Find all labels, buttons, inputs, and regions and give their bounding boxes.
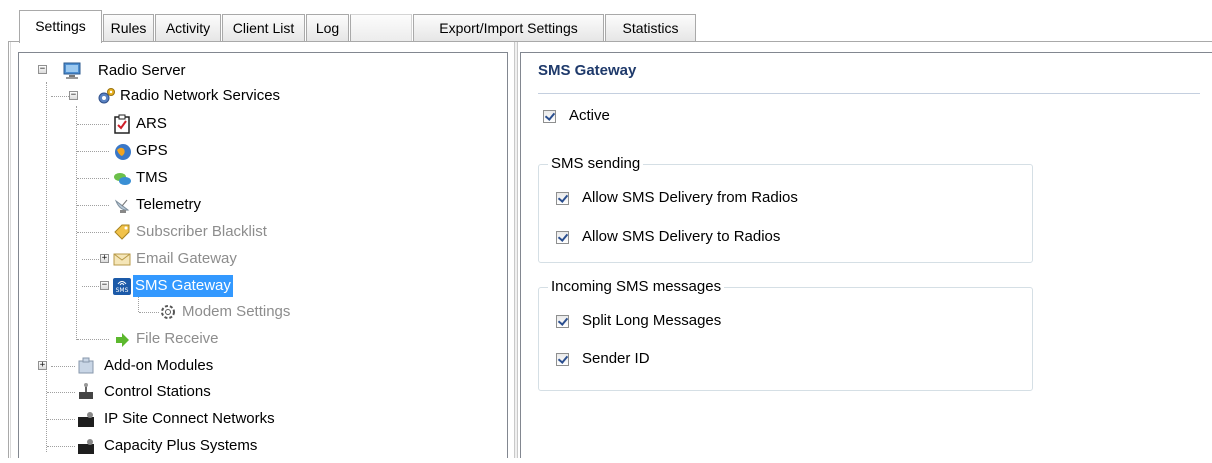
tree-line [139, 312, 159, 314]
frame-edge-inner [10, 42, 11, 458]
sms-sending-legend: SMS sending [548, 155, 644, 173]
split-long-messages-checkbox[interactable] [556, 315, 569, 328]
frame-edge [8, 42, 9, 458]
collapse-toggle-sms-gateway[interactable]: − [100, 281, 109, 290]
svg-text:SMS: SMS [116, 287, 129, 294]
allow-sms-to-radios-checkbox[interactable] [556, 231, 569, 244]
tree-line [77, 151, 109, 153]
panel-title: SMS Gateway [538, 62, 637, 79]
expand-toggle-email-gateway[interactable]: + [100, 254, 109, 263]
allow-sms-to-radios-label[interactable]: Allow SMS Delivery to Radios [582, 227, 780, 247]
tab-statistics[interactable]: Statistics [605, 14, 696, 41]
tree-line [47, 392, 75, 394]
tree-line [76, 106, 78, 340]
globe-icon [112, 141, 132, 161]
sms-sending-group [538, 164, 1033, 263]
split-long-messages-label[interactable]: Split Long Messages [582, 311, 721, 331]
incoming-sms-legend: Incoming SMS messages [548, 278, 725, 296]
allow-sms-from-radios-checkbox[interactable] [556, 192, 569, 205]
gears-network-icon [96, 86, 116, 106]
tag-icon [112, 222, 132, 242]
tab-bar-baseline [8, 41, 1212, 42]
title-divider [538, 93, 1200, 94]
active-label[interactable]: Active [569, 106, 610, 126]
tree-line [77, 205, 109, 207]
tree-line [46, 82, 48, 452]
clipboard-check-icon [112, 114, 132, 134]
allow-sms-from-radios-label[interactable]: Allow SMS Delivery from Radios [582, 188, 798, 208]
tab-settings[interactable]: Settings [19, 10, 102, 43]
collapse-toggle-radio-server[interactable]: − [38, 65, 47, 74]
tab-export-import-settings[interactable]: Export/Import Settings [413, 14, 604, 41]
sms-icon: SMS [112, 276, 132, 296]
splitter[interactable] [514, 42, 518, 458]
incoming-sms-group [538, 287, 1033, 391]
puzzle-icon [76, 356, 96, 376]
tree-line [77, 232, 109, 234]
envelope-icon [112, 249, 132, 269]
active-checkbox[interactable] [543, 110, 556, 123]
repeater-icon [76, 436, 96, 456]
tab-log[interactable]: Log [306, 14, 349, 41]
tree-line [47, 419, 75, 421]
gear-icon [158, 302, 178, 322]
tree-line [51, 366, 75, 368]
sender-id-checkbox[interactable] [556, 353, 569, 366]
tree-line [77, 124, 109, 126]
sender-id-label[interactable]: Sender ID [582, 349, 650, 369]
tab-rules[interactable]: Rules [103, 14, 154, 41]
tab-bar: Settings Rules Activity Client List Log … [0, 0, 1212, 43]
tree-line [77, 339, 109, 341]
expand-toggle-addon-modules[interactable]: + [38, 361, 47, 370]
repeater-icon [76, 409, 96, 429]
tree-line [47, 446, 75, 448]
tree-line [77, 178, 109, 180]
collapse-toggle-radio-network-services[interactable]: − [69, 91, 78, 100]
tab-separator-blank [350, 14, 412, 41]
tab-activity[interactable]: Activity [155, 14, 221, 41]
tab-client-list[interactable]: Client List [222, 14, 305, 41]
chat-bubbles-icon [112, 168, 132, 188]
radio-station-icon [76, 382, 96, 402]
telemetry-dish-icon [112, 195, 132, 215]
computer-icon [62, 61, 82, 81]
arrow-right-icon [112, 329, 132, 349]
